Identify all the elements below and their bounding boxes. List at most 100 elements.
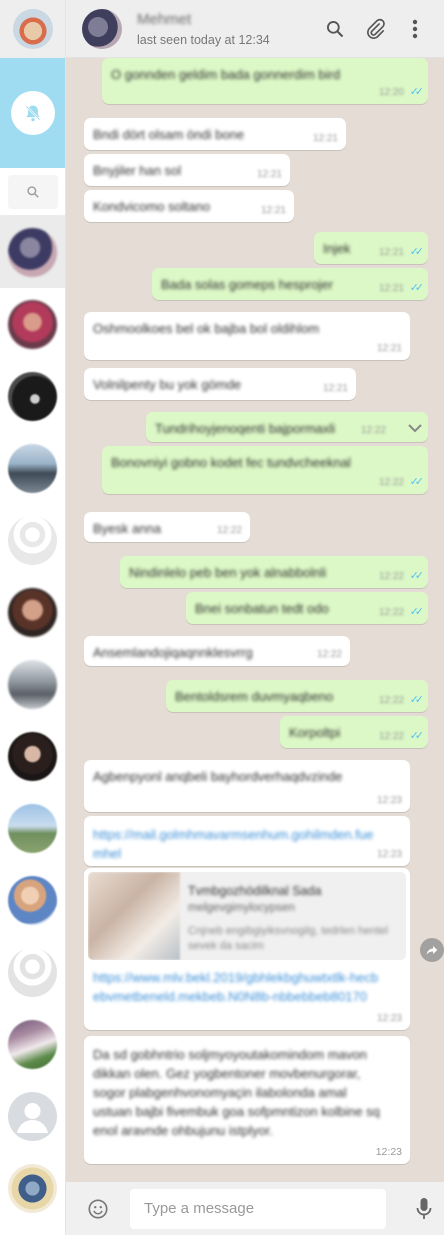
chevron-down-icon[interactable] (408, 422, 422, 436)
message-incoming[interactable]: Bndi dört olsam öndi bone 12:21 (84, 118, 346, 150)
message-outgoing[interactable]: Injek 12:21 ✓✓ (314, 232, 428, 264)
message-outgoing[interactable]: Nindinlelo peb ben yok alnabbolnli 12:22… (120, 556, 428, 588)
message-outgoing[interactable]: O gonnden geldim bada gonnerdim bird 12:… (102, 58, 428, 104)
message-outgoing[interactable]: Bnei sonbatun tedt odo 12:22 ✓✓ (186, 592, 428, 624)
message-incoming[interactable]: Kondvicomo soltano 12:21 (84, 190, 294, 222)
message-time: 12:21 (376, 343, 402, 354)
message-outgoing[interactable]: Bada solas gomeps hesprojer 12:21 ✓✓ (152, 268, 428, 300)
message-text: O gonnden geldim bada gonnerdim bird (111, 67, 341, 82)
read-ticks-icon: ✓✓ (409, 570, 425, 582)
message-text: Kondvicomo soltano (93, 199, 211, 214)
chat-item[interactable] (0, 1008, 65, 1080)
avatar (8, 587, 57, 637)
rail-header (0, 0, 65, 58)
link-preview-card[interactable]: Tvmbgozhödilknal Sada melgevgimylocypsen… (88, 872, 406, 960)
chat-search-button[interactable] (7, 174, 58, 209)
search-icon (26, 185, 39, 198)
avatar (8, 299, 57, 349)
chat-item[interactable] (0, 432, 65, 504)
message-incoming[interactable]: Byesk anna 12:22 (84, 512, 250, 542)
message-text: Bonovniyi gobno kodet fec tundvcheeknal (111, 455, 351, 470)
message-incoming[interactable]: Agbenpyonl anqbeli bayhordverhaqdvzinde … (84, 760, 410, 812)
microphone-button[interactable] (412, 1197, 436, 1221)
message-incoming[interactable]: Da sd gobhntrio soljmyoyoutakomindom mav… (84, 1036, 410, 1164)
avatar (8, 1091, 57, 1141)
message-link[interactable]: https://www.mlv.bekl.2019/gbhlekbghuwtxt… (93, 968, 383, 1016)
chat-item[interactable] (0, 576, 65, 648)
forward-icon (426, 945, 438, 955)
link-preview-description: Cnjneb engibgiyiksvnogilg, tedrlen hente… (188, 925, 388, 952)
chat-item[interactable] (0, 864, 65, 936)
message-incoming[interactable]: Oshmoolkoes bel ok bajba bol oldihlom 12… (84, 312, 410, 360)
message-time: 12:23 (376, 1013, 402, 1024)
message-text: Oshmoolkoes bel ok bajba bol oldihlom (93, 321, 320, 336)
contact-info[interactable]: Mehmet last seen today at 12:34 (137, 11, 324, 47)
read-ticks-icon: ✓✓ (409, 476, 425, 488)
message-time: 12:23 (375, 1146, 402, 1158)
message-text: Ansemlandojiqaqnnklesvrrg (93, 645, 253, 660)
message-text: Byesk anna (93, 521, 161, 536)
message-text: Nindinlelo peb ben yok alnabbolnli (129, 565, 327, 580)
chat-item[interactable] (0, 792, 65, 864)
last-seen-status: last seen today at 12:34 (137, 32, 270, 47)
menu-button[interactable] (404, 18, 426, 40)
attach-button[interactable] (364, 18, 386, 40)
default-avatar-icon (17, 1102, 48, 1133)
message-incoming[interactable]: Ansemlandojiqaqnnklesvrrg 12:22 (84, 636, 350, 666)
chat-item[interactable] (0, 720, 65, 792)
message-text: Da sd gobhntrio soljmyoyoutakomindom mav… (93, 1047, 380, 1138)
chat-item[interactable] (0, 1152, 65, 1224)
message-input[interactable] (130, 1188, 386, 1229)
read-ticks-icon: ✓✓ (409, 282, 425, 294)
chat-item[interactable] (0, 936, 65, 1008)
message-incoming[interactable]: Volnilpenty bu yok gömde 12:21 (84, 368, 356, 400)
message-text: Korpoltpi (289, 725, 341, 740)
message-link[interactable]: https://mail.golmhmavarmsenhum.gohilmden… (93, 825, 383, 863)
chat-item[interactable] (0, 1080, 65, 1152)
avatar (8, 1163, 57, 1213)
message-outgoing[interactable]: Bentoldsrem duvmyaqbeno 12:22 ✓✓ (166, 680, 428, 712)
message-text: Bentoldsrem duvmyaqbeno (175, 689, 334, 704)
chat-item[interactable] (0, 216, 65, 288)
message-incoming[interactable]: https://mail.golmhmavarmsenhum.gohilmden… (84, 816, 410, 866)
message-text: Bndi dört olsam öndi bone (93, 127, 245, 142)
avatar (8, 875, 57, 925)
read-ticks-icon: ✓✓ (409, 246, 425, 258)
read-ticks-icon: ✓✓ (409, 730, 425, 742)
message-outgoing[interactable]: Tundrihoyjenoqenti bajpormaxli 12:22 (146, 412, 428, 442)
forward-button[interactable] (420, 938, 444, 962)
emoji-button[interactable] (86, 1197, 110, 1221)
search-icon (327, 20, 344, 37)
search-button[interactable] (324, 18, 346, 40)
message-incoming[interactable]: Bnyjiler han sol 12:21 (84, 154, 290, 186)
chat-item[interactable] (0, 288, 65, 360)
header-actions (324, 18, 426, 40)
read-ticks-icon: ✓✓ (409, 694, 425, 706)
compose-bar (66, 1182, 444, 1235)
notification-banner[interactable] (0, 58, 65, 168)
link-preview-image (88, 872, 180, 960)
avatar (8, 731, 57, 781)
message-time: 12:21 (378, 283, 404, 294)
message-time: 12:21 (260, 205, 286, 216)
contact-avatar[interactable] (82, 8, 122, 49)
avatar (8, 803, 57, 853)
message-link-preview[interactable]: Tvmbgozhödilknal Sada melgevgimylocypsen… (84, 868, 410, 1030)
message-pane: O gonnden geldim bada gonnerdim bird 12:… (66, 58, 444, 1182)
chat-item[interactable] (0, 360, 65, 432)
message-outgoing[interactable]: Bonovniyi gobno kodet fec tundvcheeknal … (102, 446, 428, 494)
avatar (8, 947, 57, 997)
message-time: 12:22 (378, 477, 404, 488)
chat-item[interactable] (0, 504, 65, 576)
message-time: 12:23 (376, 795, 402, 806)
message-time: 12:22 (378, 731, 404, 742)
message-outgoing[interactable]: Korpoltpi 12:22 ✓✓ (280, 716, 428, 748)
chat-item[interactable] (0, 648, 65, 720)
bell-off-icon[interactable] (10, 91, 55, 135)
message-time: 12:22 (316, 649, 342, 660)
my-avatar[interactable] (12, 9, 53, 49)
avatar (8, 443, 57, 493)
chat-list (0, 216, 65, 1224)
message-text: Bada solas gomeps hesprojer (161, 277, 333, 292)
message-time: 12:21 (322, 383, 348, 394)
